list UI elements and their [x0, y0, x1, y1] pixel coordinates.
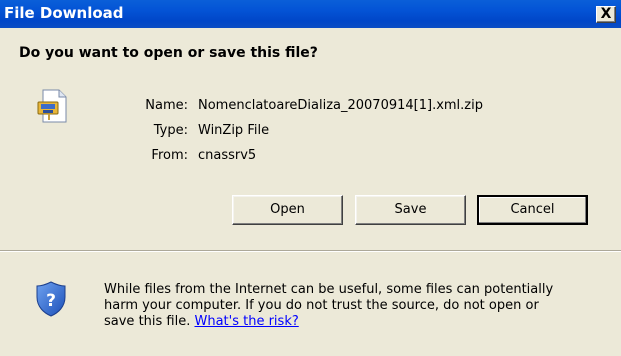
close-button[interactable]: X [596, 6, 616, 23]
open-button[interactable]: Open [232, 195, 343, 225]
security-warning: While files from the Internet can be use… [104, 282, 604, 330]
name-label: Name: [145, 98, 188, 113]
window-title: File Download [4, 4, 124, 22]
zip-file-icon [37, 89, 67, 123]
warning-line-3-text: save this file. [104, 314, 195, 329]
warning-line-1: While files from the Internet can be use… [104, 282, 554, 297]
type-label: Type: [153, 123, 188, 138]
save-button[interactable]: Save [355, 195, 466, 225]
title-bar[interactable]: File Download X [0, 0, 621, 28]
dialog-question: Do you want to open or save this file? [19, 45, 318, 61]
from-label: From: [151, 148, 188, 163]
file-name: NomenclatoareDializa_20070914[1].xml.zip [198, 98, 483, 113]
svg-text:?: ? [46, 291, 56, 311]
whats-the-risk-link[interactable]: What's the risk? [194, 314, 298, 329]
shield-question-icon: ? [36, 281, 66, 317]
warning-line-2: harm your computer. If you do not trust … [104, 298, 539, 313]
close-icon: X [600, 6, 612, 22]
file-source: cnassrv5 [198, 148, 257, 163]
warning-line-3: save this file. What's the risk? [104, 314, 604, 330]
file-download-dialog: File Download X Do you want to open or s… [0, 0, 621, 356]
cancel-button[interactable]: Cancel [477, 195, 588, 225]
divider [0, 250, 621, 252]
file-type: WinZip File [198, 123, 270, 138]
